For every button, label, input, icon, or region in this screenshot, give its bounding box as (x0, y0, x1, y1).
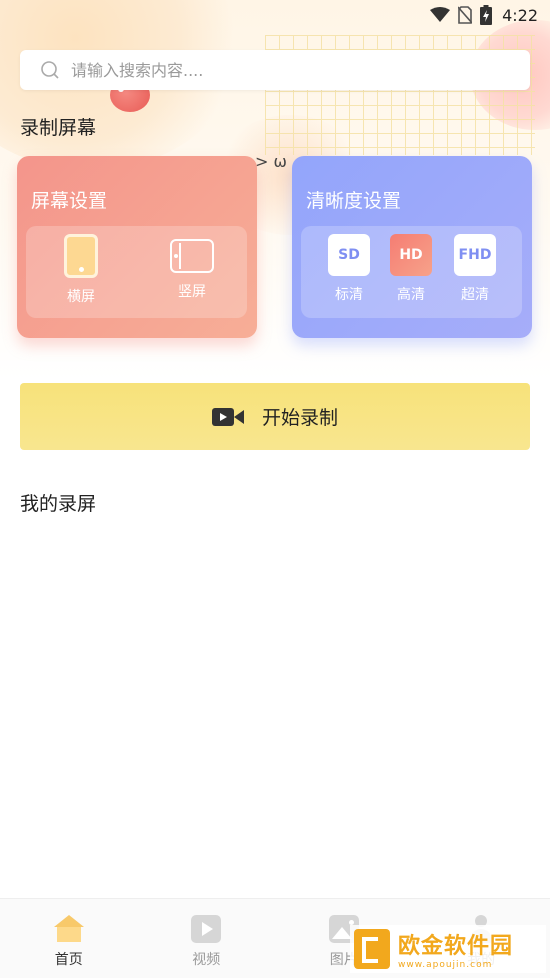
search-bar[interactable] (20, 50, 530, 90)
my-recordings-title: 我的录屏 (20, 489, 96, 516)
screen-settings-card: 屏幕设置 横屏 竖屏 (17, 156, 257, 338)
watermark-text: 欧金软件园 (398, 928, 513, 960)
watermark-url: www.apoujin.com (398, 960, 513, 970)
decor-doodle: > ω (255, 152, 287, 171)
quality-settings-title: 清晰度设置 (306, 186, 401, 213)
status-time: 4:22 (502, 6, 538, 25)
phone-landscape-icon (170, 239, 214, 273)
phone-portrait-icon (64, 234, 98, 278)
watermark-logo-icon (354, 929, 390, 969)
fhd-badge: FHD (454, 234, 496, 276)
no-sim-icon (458, 6, 472, 24)
orientation-label: 竖屏 (157, 281, 227, 301)
search-input[interactable] (69, 60, 493, 81)
orientation-option-horizontal[interactable]: 横屏 (46, 234, 116, 306)
start-recording-label: 开始录制 (262, 403, 338, 430)
orientation-label: 横屏 (46, 286, 116, 306)
quality-option-sd[interactable]: SD 标清 (314, 234, 384, 304)
quality-option-fhd[interactable]: FHD 超清 (440, 234, 510, 304)
quality-options-panel: SD 标清 HD 高清 FHD 超清 (301, 226, 522, 318)
quality-settings-card: 清晰度设置 SD 标清 HD 高清 FHD 超清 (292, 156, 532, 338)
video-icon (191, 915, 221, 943)
search-icon (40, 60, 60, 80)
tab-video[interactable]: 视频 (138, 899, 276, 978)
hd-badge: HD (390, 234, 432, 276)
screen-settings-title: 屏幕设置 (31, 186, 107, 213)
watermark: 欧金软件园 www.apoujin.com (350, 925, 546, 973)
quality-label: 标清 (314, 284, 384, 304)
sd-badge: SD (328, 234, 370, 276)
start-recording-button[interactable]: 开始录制 (20, 383, 530, 450)
tab-label: 视频 (192, 949, 220, 969)
home-icon (54, 915, 84, 943)
battery-charging-icon (480, 5, 492, 25)
tab-label: 首页 (55, 949, 83, 969)
screen-options-panel: 横屏 竖屏 (26, 226, 247, 318)
quality-label: 超清 (440, 284, 510, 304)
video-camera-icon (212, 406, 244, 428)
record-section-title: 录制屏幕 (20, 113, 96, 140)
quality-label: 高清 (376, 284, 446, 304)
status-bar: 4:22 (0, 0, 550, 32)
orientation-option-vertical[interactable]: 竖屏 (157, 234, 227, 301)
quality-option-hd[interactable]: HD 高清 (376, 234, 446, 304)
tab-home[interactable]: 首页 (0, 899, 138, 978)
wifi-icon (430, 7, 450, 23)
